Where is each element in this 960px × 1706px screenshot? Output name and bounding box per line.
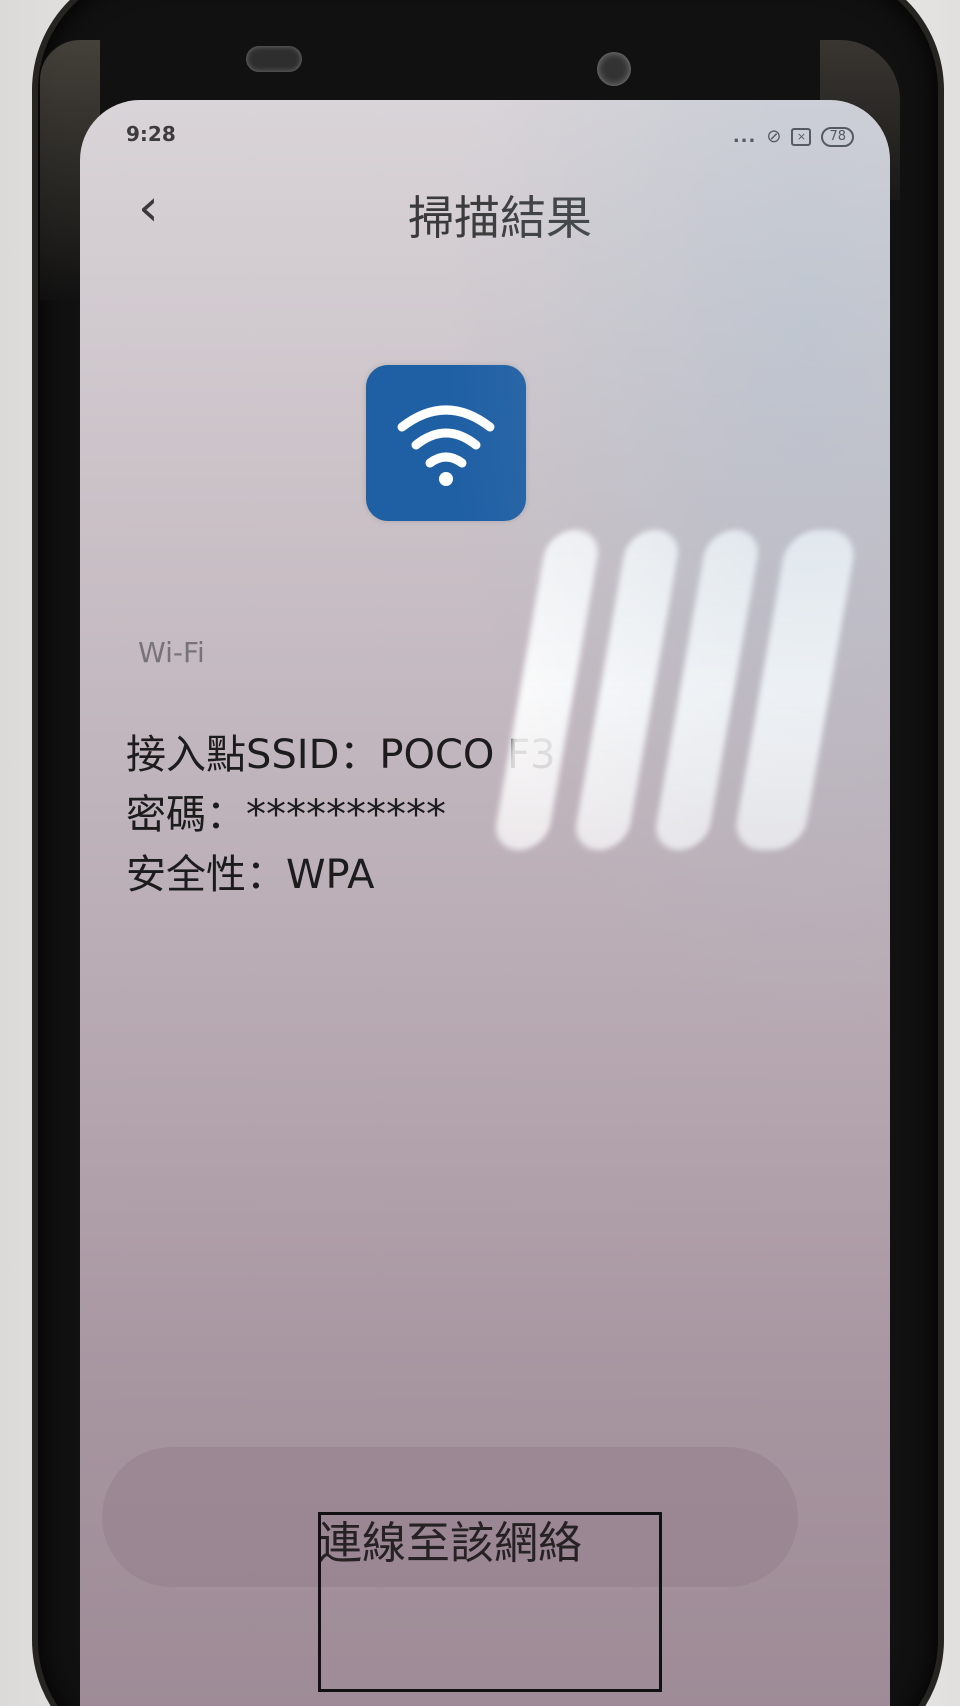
alarm-off-icon: ⊘: [766, 126, 782, 147]
more-notifications-icon: ...: [732, 126, 757, 147]
photo-background: 9:28 ... ⊘ × 78 掃描結果 ‹ Wi-Fi 接入點SSID：POC…: [0, 0, 960, 1706]
earpiece: [246, 46, 302, 72]
status-time: 9:28: [126, 122, 176, 146]
connect-button-label: 連線至該網絡: [318, 1518, 582, 1569]
battery-icon: 78: [821, 126, 854, 147]
network-info: 接入點SSID：POCO F3 密碼：********** 安全性：WPA: [126, 725, 556, 905]
back-button[interactable]: ‹: [138, 182, 159, 234]
wifi-icon: [366, 365, 526, 521]
status-icons: ... ⊘ × 78: [733, 126, 854, 147]
screen: 9:28 ... ⊘ × 78 掃描結果 ‹ Wi-Fi 接入點SSID：POC…: [80, 100, 890, 1706]
security-row: 安全性：WPA: [126, 852, 375, 898]
section-label: Wi-Fi: [138, 636, 205, 669]
wifi-glyph: [397, 405, 495, 486]
ssid-row: 接入點SSID：POCO F3: [126, 732, 556, 778]
connect-button[interactable]: 連線至該網絡: [102, 1447, 798, 1587]
front-camera: [597, 52, 631, 86]
page-title: 掃描結果: [408, 191, 592, 245]
password-row: 密碼：**********: [126, 792, 446, 838]
sim-icon: ×: [791, 127, 812, 146]
